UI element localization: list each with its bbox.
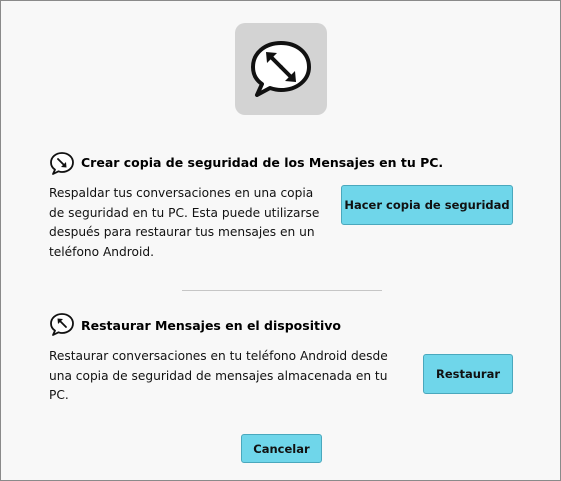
backup-restore-dialog: Crear copia de seguridad de los Mensajes… xyxy=(0,0,561,481)
hero-tile xyxy=(235,23,327,115)
section-divider xyxy=(182,290,382,291)
chat-arrow-up-left-icon xyxy=(50,313,74,336)
cancel-button[interactable]: Cancelar xyxy=(241,434,322,463)
chat-arrow-down-right-icon xyxy=(50,152,74,175)
restore-description: Restaurar conversaciones en tu teléfono … xyxy=(49,349,388,402)
backup-section-title: Crear copia de seguridad de los Mensajes… xyxy=(81,155,444,170)
backup-description: Respaldar tus conversaciones en una copi… xyxy=(49,186,320,259)
restore-button[interactable]: Restaurar xyxy=(423,354,513,394)
chat-sync-icon xyxy=(251,41,311,97)
backup-button[interactable]: Hacer copia de seguridad xyxy=(341,185,513,225)
restore-section-title: Restaurar Mensajes en el dispositivo xyxy=(81,318,341,333)
